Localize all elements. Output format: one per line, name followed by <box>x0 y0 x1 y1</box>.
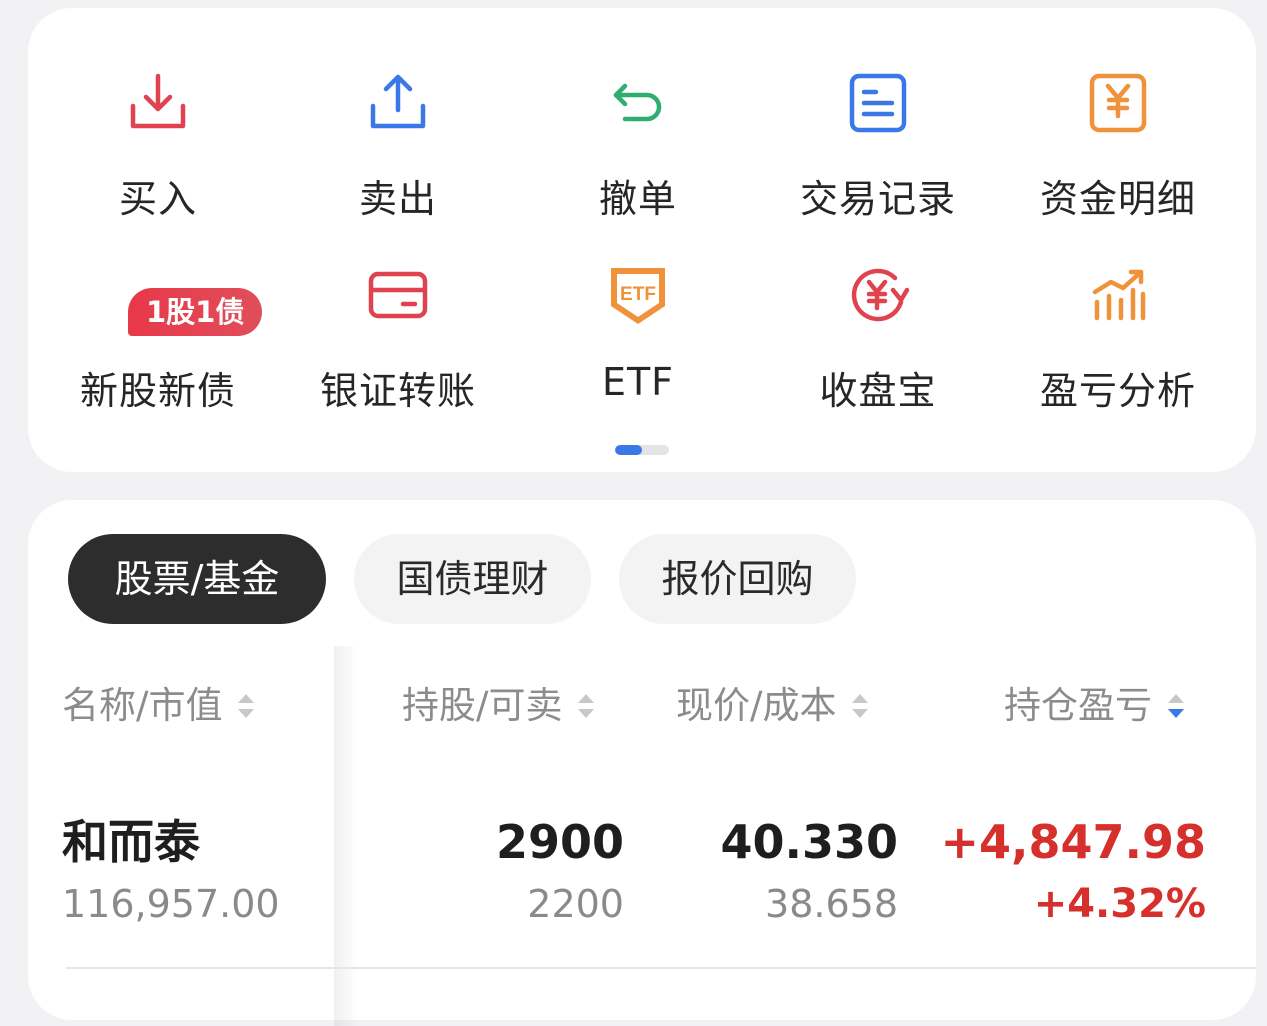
etf-shield-icon: ETF <box>603 260 673 330</box>
ipo-bonds-label: 新股新债 <box>79 369 236 413</box>
position-pnl: +4,847.98 <box>940 815 1206 869</box>
sell-button[interactable]: 卖出 <box>288 68 508 238</box>
row-divider <box>66 967 1256 969</box>
closing-treasure-label: 收盘宝 <box>819 369 937 413</box>
tab-stocks-funds[interactable]: 股票/基金 <box>68 534 326 624</box>
trade-records-button[interactable]: 交易记录 <box>768 68 988 238</box>
sticky-column-shadow <box>334 646 358 1026</box>
sort-toggle-icon <box>574 690 598 722</box>
cost-price: 38.658 <box>765 882 898 926</box>
fund-details-button[interactable]: 资金明细 <box>1008 68 1228 238</box>
market-value: 116,957.00 <box>62 882 280 926</box>
sort-toggle-icon <box>234 690 258 722</box>
yuan-receipt-icon <box>1083 68 1153 138</box>
bank-transfer-label: 银证转账 <box>319 369 476 413</box>
column-header-pnl-label: 持仓盈亏 <box>1004 684 1152 727</box>
cancel-order-label: 撤单 <box>598 177 677 221</box>
yuan-refresh-icon <box>843 260 913 330</box>
bar-chart-trend-icon <box>1083 260 1153 330</box>
shares-sellable: 2200 <box>527 882 624 926</box>
undo-arrow-icon <box>603 68 673 138</box>
buy-button[interactable]: 买入 <box>48 68 268 238</box>
document-list-icon <box>843 68 913 138</box>
fund-details-label: 资金明细 <box>1039 177 1196 221</box>
bank-card-icon <box>363 260 433 330</box>
etf-label: ETF <box>601 360 675 404</box>
svg-text:ETF: ETF <box>620 284 656 305</box>
trade-records-label: 交易记录 <box>799 177 956 221</box>
tab-repo[interactable]: 报价回购 <box>619 534 856 624</box>
tab-treasury-bonds[interactable]: 国债理财 <box>354 534 591 624</box>
pnl-analysis-button[interactable]: 盈亏分析 <box>1008 260 1228 430</box>
shares-held: 2900 <box>495 815 624 869</box>
page-indicator <box>615 445 669 455</box>
page-indicator-active <box>615 445 642 455</box>
ipo-bonds-button[interactable]: 新股新债 <box>48 260 268 430</box>
stock-name: 和而泰 <box>62 815 200 869</box>
sort-desc-icon <box>1164 690 1188 722</box>
column-header-price-label: 现价/成本 <box>676 684 837 727</box>
bank-transfer-button[interactable]: 银证转账 <box>288 260 508 430</box>
upload-tray-icon <box>363 68 433 138</box>
ipo-badge: 1股1债 <box>128 288 263 336</box>
cancel-order-button[interactable]: 撤单 <box>528 68 748 238</box>
holdings-card: 股票/基金 国债理财 报价回购 名称/市值 持股/可卖 现价/成本 持仓盈亏 和… <box>28 500 1256 1026</box>
sort-toggle-icon <box>848 690 872 722</box>
pnl-analysis-label: 盈亏分析 <box>1039 369 1196 413</box>
buy-label: 买入 <box>118 177 197 221</box>
column-header-name[interactable]: 名称/市值 <box>62 683 258 729</box>
closing-treasure-button[interactable]: 收盘宝 <box>768 260 988 430</box>
column-header-pnl[interactable]: 持仓盈亏 <box>1004 683 1188 729</box>
etf-button[interactable]: ETF ETF <box>528 260 748 430</box>
position-pnl-percent: +4.32% <box>1033 881 1206 927</box>
column-header-shares[interactable]: 持股/可卖 <box>402 683 598 729</box>
sell-label: 卖出 <box>358 177 437 221</box>
current-price: 40.330 <box>720 815 898 869</box>
column-header-price[interactable]: 现价/成本 <box>676 683 872 729</box>
quick-actions-card: 买入 卖出 撤单 交易记录 资金明细 新股新债 1股1债 银证转账 ETF ET… <box>28 8 1256 472</box>
download-tray-icon <box>123 68 193 138</box>
column-header-shares-label: 持股/可卖 <box>402 684 563 727</box>
column-header-name-label: 名称/市值 <box>62 684 223 727</box>
